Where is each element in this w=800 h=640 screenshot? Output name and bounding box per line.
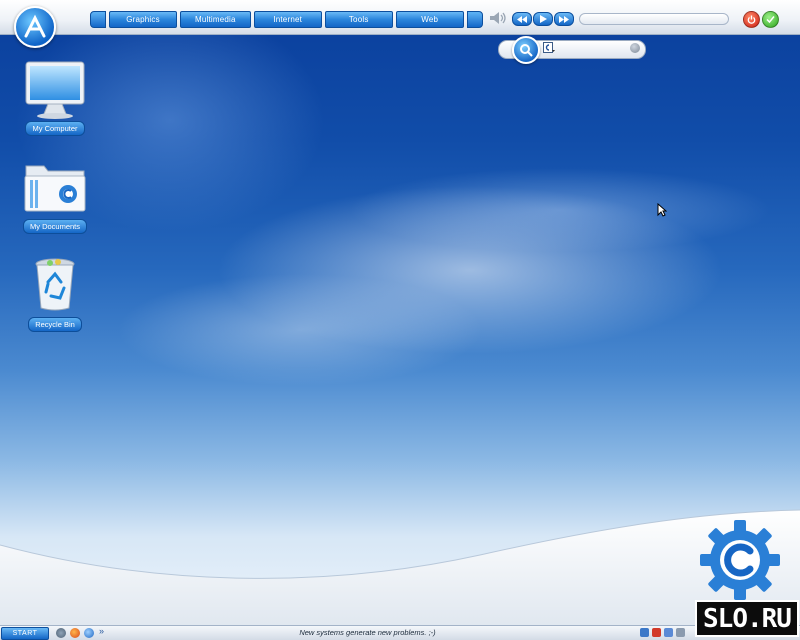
desktop-icon-label: Recycle Bin [28, 317, 82, 332]
volume-icon[interactable] [489, 11, 507, 25]
tray-icon-4[interactable] [676, 628, 685, 637]
desktop-icon-my-computer[interactable]: My Computer [20, 60, 90, 136]
watermark-text: SLO.RU [703, 603, 792, 634]
desktop-icon-my-documents[interactable]: My Documents [20, 158, 90, 234]
recycle-bin-icon [20, 256, 90, 314]
start-button[interactable]: START [1, 627, 49, 640]
top-menu: Graphics Multimedia Internet Tools Web [90, 11, 483, 28]
search-go-button[interactable] [630, 43, 640, 53]
menu-multimedia[interactable]: Multimedia [180, 11, 251, 28]
watermark-logo: SLO.RU [695, 600, 799, 637]
menu-left-cap [90, 11, 106, 28]
search-engine-icon[interactable] [543, 42, 555, 54]
firefox-icon[interactable] [70, 628, 80, 638]
ok-button[interactable] [762, 11, 779, 28]
mouse-cursor-icon [657, 203, 667, 217]
monitor-icon [20, 60, 90, 119]
tools-icon[interactable] [56, 628, 66, 638]
menu-internet[interactable]: Internet [253, 11, 322, 28]
gear-logo-icon [700, 520, 780, 600]
taskbar: START » New systems generate new problem… [0, 625, 800, 640]
search-input[interactable] [555, 43, 625, 54]
media-progress-bar[interactable] [579, 13, 729, 25]
desktop-icon-recycle-bin[interactable]: Recycle Bin [20, 256, 90, 332]
play-icon [540, 15, 547, 23]
rewind-button[interactable] [512, 12, 532, 26]
rewind-icon [517, 15, 527, 23]
menu-right-cap [466, 11, 483, 28]
fast-forward-button[interactable] [554, 12, 574, 26]
search-button[interactable] [512, 36, 540, 64]
desktop-wallpaper [0, 0, 800, 639]
fast-forward-icon [559, 15, 569, 23]
play-button[interactable] [533, 12, 553, 26]
menu-tools[interactable]: Tools [324, 11, 393, 28]
power-button[interactable] [743, 11, 760, 28]
tray-icon-2[interactable] [652, 628, 661, 637]
folder-icon [20, 158, 90, 216]
tray-icon-3[interactable] [664, 628, 673, 637]
logo-a-icon [24, 14, 46, 38]
media-controls [512, 12, 574, 26]
search-icon [520, 44, 533, 57]
more-chevron-icon[interactable]: » [99, 626, 104, 636]
system-tray [640, 628, 685, 637]
ok-icon [766, 16, 775, 24]
desktop-icon-label: My Documents [22, 219, 87, 234]
media-player-icon[interactable] [84, 628, 94, 638]
tray-icon-1[interactable] [640, 628, 649, 637]
menu-web[interactable]: Web [395, 11, 464, 28]
power-icon [747, 15, 756, 24]
menu-graphics[interactable]: Graphics [109, 11, 177, 28]
start-orb-logo[interactable] [14, 6, 56, 48]
ticker-text: New systems generate new problems. ;-) [299, 628, 436, 637]
